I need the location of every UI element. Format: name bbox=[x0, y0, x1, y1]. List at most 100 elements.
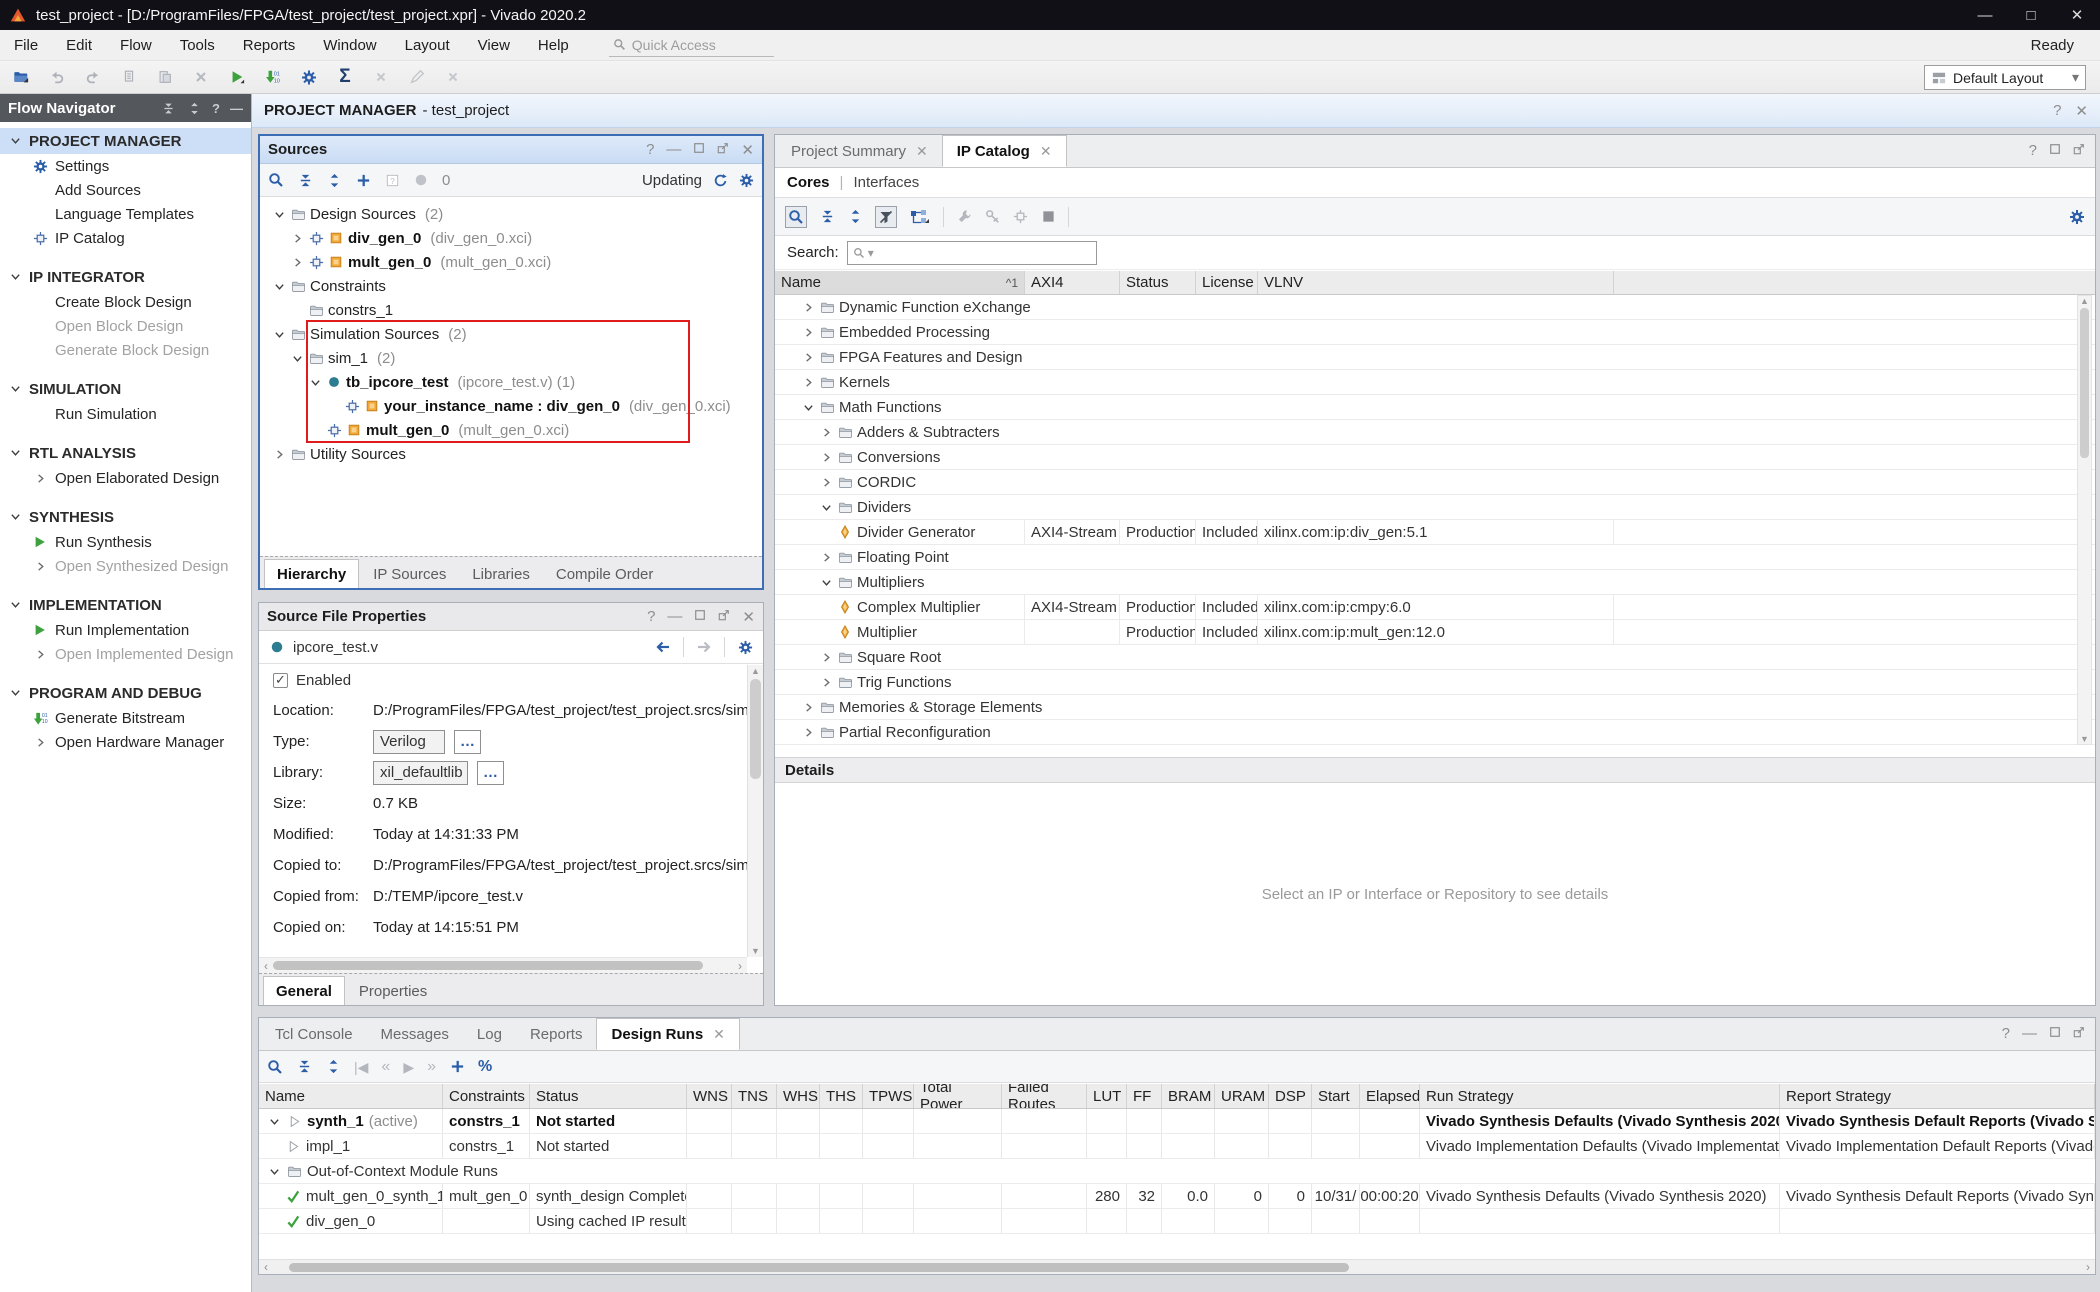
column-header-axi4[interactable]: AXI4 bbox=[1025, 271, 1120, 294]
search-toggle[interactable] bbox=[785, 206, 807, 228]
tree-view-icon[interactable] bbox=[909, 209, 931, 225]
close-tab-icon[interactable]: ✕ bbox=[713, 1026, 725, 1043]
customize-wrench-icon[interactable] bbox=[956, 209, 972, 225]
expand-all-icon[interactable] bbox=[325, 1059, 341, 1075]
report-sigma-button[interactable]: Σ bbox=[334, 66, 356, 88]
column-header-start[interactable]: Start bbox=[1312, 1084, 1360, 1108]
generate-bitstream-button[interactable]: 0110 bbox=[262, 66, 284, 88]
sidebar-item-open-elaborated-design[interactable]: Open Elaborated Design bbox=[0, 466, 251, 490]
search-icon[interactable] bbox=[267, 1059, 283, 1075]
column-header-elapsed[interactable]: Elapsed bbox=[1360, 1084, 1420, 1108]
sidebar-item-open-hardware-manager[interactable]: Open Hardware Manager bbox=[0, 730, 251, 754]
minimize-icon[interactable]: — bbox=[2022, 1025, 2037, 1042]
chevron-right-icon[interactable] bbox=[801, 350, 815, 364]
column-header-failed-routes[interactable]: Failed Routes bbox=[1002, 1084, 1087, 1108]
ip-table-row[interactable]: Embedded Processing bbox=[775, 320, 2095, 345]
chevron-right-icon[interactable] bbox=[819, 425, 833, 439]
menu-flow[interactable]: Flow bbox=[106, 37, 166, 54]
ellipsis-button[interactable]: … bbox=[454, 730, 481, 754]
maximize-icon[interactable] bbox=[693, 141, 705, 158]
ip-table-row[interactable]: Memories & Storage Elements bbox=[775, 695, 2095, 720]
help-icon[interactable]: ? bbox=[212, 101, 220, 116]
sidebar-section-implementation[interactable]: IMPLEMENTATION bbox=[0, 592, 251, 618]
column-header-report-strategy[interactable]: Report Strategy bbox=[1780, 1084, 2095, 1108]
column-header-lut[interactable]: LUT bbox=[1087, 1084, 1127, 1108]
chevron-right-icon[interactable] bbox=[801, 325, 815, 339]
expand-all-icon[interactable] bbox=[847, 209, 863, 225]
menu-layout[interactable]: Layout bbox=[391, 37, 464, 54]
help-icon[interactable]: ? bbox=[647, 608, 655, 625]
percent-utilization-icon[interactable]: % bbox=[478, 1059, 492, 1075]
tab-hierarchy[interactable]: Hierarchy bbox=[264, 559, 359, 588]
close-icon[interactable]: ✕ bbox=[2075, 102, 2088, 120]
disabled-pencil-button[interactable] bbox=[406, 66, 428, 88]
stop-square-icon[interactable] bbox=[1040, 209, 1056, 225]
menu-file[interactable]: File bbox=[0, 37, 52, 54]
file-copy-button[interactable] bbox=[118, 66, 140, 88]
ip-table-row[interactable]: Square Root bbox=[775, 645, 2095, 670]
layout-selector[interactable]: Default Layout ▾ bbox=[1924, 65, 2086, 90]
chevron-down-icon[interactable] bbox=[272, 279, 286, 293]
column-header-status[interactable]: Status bbox=[530, 1084, 687, 1108]
chevron-right-icon[interactable] bbox=[801, 300, 815, 314]
tab-tcl-console[interactable]: Tcl Console bbox=[261, 1018, 367, 1050]
settings-gear-icon[interactable] bbox=[2069, 209, 2085, 225]
ip-table-row[interactable]: Floating Point bbox=[775, 545, 2095, 570]
expand-all-icon[interactable] bbox=[326, 172, 342, 188]
float-icon[interactable] bbox=[717, 141, 729, 158]
help-icon[interactable]: ? bbox=[2002, 1025, 2010, 1042]
sidebar-item-run-implementation[interactable]: Run Implementation bbox=[0, 618, 251, 642]
scroll-right-icon[interactable]: › bbox=[2081, 1260, 2095, 1274]
tree-item[interactable]: Constraints bbox=[260, 274, 762, 298]
chevron-down-icon[interactable] bbox=[267, 1164, 281, 1178]
settings-gear-button[interactable] bbox=[298, 66, 320, 88]
settings-gear-icon[interactable] bbox=[737, 639, 753, 655]
sidebar-item-settings[interactable]: Settings bbox=[0, 154, 251, 178]
ip-table-scrollbar[interactable]: ▲ ▼ bbox=[2077, 295, 2092, 745]
ip-table-row[interactable]: MultiplierProductionIncludedxilinx.com:i… bbox=[775, 620, 2095, 645]
tab-log[interactable]: Log bbox=[463, 1018, 516, 1050]
maximize-icon[interactable] bbox=[2049, 1025, 2061, 1042]
chevron-right-icon[interactable] bbox=[801, 725, 815, 739]
chevron-right-icon[interactable] bbox=[272, 447, 286, 461]
sidebar-item-add-sources[interactable]: Add Sources bbox=[0, 178, 251, 202]
scroll-down-icon[interactable]: ▼ bbox=[2078, 734, 2091, 744]
tab-project-summary[interactable]: Project Summary✕ bbox=[777, 135, 942, 167]
tab-messages[interactable]: Messages bbox=[367, 1018, 463, 1050]
menu-window[interactable]: Window bbox=[309, 37, 390, 54]
column-header-status[interactable]: Status bbox=[1120, 271, 1196, 294]
column-header-name[interactable]: Name bbox=[259, 1084, 443, 1108]
ip-table-row[interactable]: Kernels bbox=[775, 370, 2095, 395]
design-run-row[interactable]: synth_1(active)constrs_1Not startedVivad… bbox=[259, 1109, 2095, 1134]
back-arrow-icon[interactable] bbox=[655, 639, 671, 655]
tree-item[interactable]: div_gen_0(div_gen_0.xci) bbox=[260, 226, 762, 250]
sidebar-item-ip-catalog[interactable]: IP Catalog bbox=[0, 226, 251, 250]
help-icon[interactable]: ? bbox=[646, 141, 654, 158]
settings-gear-icon[interactable] bbox=[738, 172, 754, 188]
sidebar-section-ip-integrator[interactable]: IP INTEGRATOR bbox=[0, 264, 251, 290]
menu-help[interactable]: Help bbox=[524, 37, 583, 54]
close-icon[interactable]: ✕ bbox=[742, 608, 755, 626]
sidebar-item-language-templates[interactable]: Language Templates bbox=[0, 202, 251, 226]
play-icon[interactable]: ▶ bbox=[403, 1060, 414, 1074]
column-header-dsp[interactable]: DSP bbox=[1269, 1084, 1312, 1108]
chevron-down-icon[interactable] bbox=[819, 500, 833, 514]
menu-edit[interactable]: Edit bbox=[52, 37, 106, 54]
chevron-right-icon[interactable] bbox=[819, 675, 833, 689]
refresh-icon[interactable] bbox=[712, 172, 728, 188]
sidebar-section-synthesis[interactable]: SYNTHESIS bbox=[0, 504, 251, 530]
column-header-bram[interactable]: BRAM bbox=[1162, 1084, 1215, 1108]
runs-horizontal-scrollbar[interactable]: ‹ › bbox=[259, 1259, 2095, 1274]
column-header-run-strategy[interactable]: Run Strategy bbox=[1420, 1084, 1780, 1108]
sidebar-item-generate-bitstream[interactable]: 0110Generate Bitstream bbox=[0, 706, 251, 730]
ip-table-row[interactable]: Math Functions bbox=[775, 395, 2095, 420]
window-close-icon[interactable]: ✕ bbox=[2054, 0, 2100, 30]
column-header-name[interactable]: Name^1 bbox=[775, 271, 1025, 294]
sidebar-item-run-simulation[interactable]: Run Simulation bbox=[0, 402, 251, 426]
tab-reports[interactable]: Reports bbox=[516, 1018, 597, 1050]
column-header-whs[interactable]: WHS bbox=[777, 1084, 820, 1108]
tree-item[interactable]: constrs_1 bbox=[260, 298, 762, 322]
ip-table-row[interactable]: Trig Functions bbox=[775, 670, 2095, 695]
license-key-icon[interactable] bbox=[984, 209, 1000, 225]
tab-ip-catalog[interactable]: IP Catalog✕ bbox=[942, 135, 1067, 167]
